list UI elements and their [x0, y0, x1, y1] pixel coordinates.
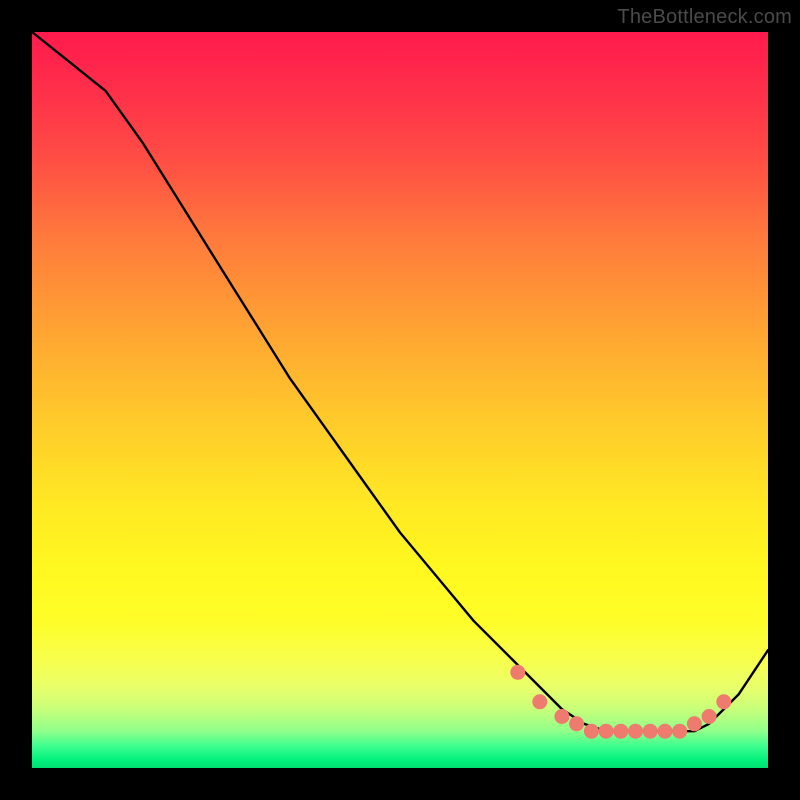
- marker-dot: [672, 724, 687, 739]
- marker-group: [510, 665, 731, 739]
- marker-dot: [628, 724, 643, 739]
- attribution-text: TheBottleneck.com: [617, 6, 792, 29]
- marker-dot: [658, 724, 673, 739]
- marker-dot: [532, 694, 547, 709]
- outer-frame: TheBottleneck.com: [0, 0, 800, 800]
- curve-line: [32, 32, 768, 731]
- marker-dot: [599, 724, 614, 739]
- plot-area: [32, 32, 768, 768]
- marker-dot: [569, 716, 584, 731]
- marker-dot: [702, 709, 717, 724]
- marker-dot: [716, 694, 731, 709]
- marker-dot: [584, 724, 599, 739]
- marker-dot: [643, 724, 658, 739]
- marker-dot: [510, 665, 525, 680]
- marker-dot: [687, 716, 702, 731]
- chart-svg: [32, 32, 768, 768]
- marker-dot: [613, 724, 628, 739]
- marker-dot: [554, 709, 569, 724]
